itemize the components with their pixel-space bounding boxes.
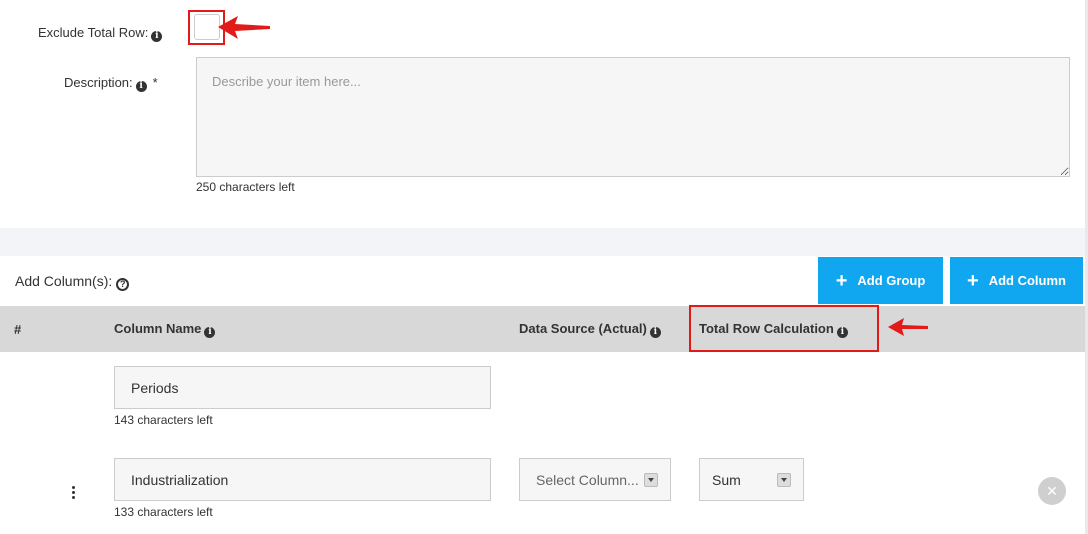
column-name-input[interactable]: Industrialization: [114, 458, 491, 501]
column-name-input[interactable]: Periods: [114, 366, 491, 409]
column-name-value: Industrialization: [131, 471, 229, 488]
info-icon: i: [649, 326, 661, 338]
remove-column-button[interactable]: ✕: [1038, 477, 1066, 505]
description-text: Description:: [64, 75, 133, 90]
add-group-button[interactable]: + Add Group: [818, 257, 943, 304]
plus-icon: +: [967, 269, 979, 292]
help-icon: ?: [116, 278, 130, 291]
add-columns-title-text: Add Column(s):: [15, 273, 113, 289]
exclude-total-row-text: Exclude Total Row:: [38, 25, 149, 40]
header-column-name-text: Column Name: [114, 320, 202, 336]
header-column-name: Column Name i: [114, 320, 216, 338]
annotation-arrow-icon: [888, 318, 928, 336]
info-icon: i: [151, 31, 163, 42]
header-data-source-text: Data Source (Actual): [519, 320, 647, 336]
data-source-select[interactable]: Select Column...: [519, 458, 671, 501]
exclude-total-row-label: Exclude Total Row: i: [38, 25, 163, 42]
annotation-highlight-box: [689, 305, 879, 352]
chevron-down-icon: [777, 472, 791, 487]
plus-icon: +: [835, 269, 848, 292]
column-name-chars-left: 143 characters left: [114, 413, 213, 427]
data-source-selected: Select Column...: [536, 471, 639, 488]
calculation-selected: Sum: [712, 471, 741, 488]
header-data-source: Data Source (Actual) i: [519, 321, 661, 338]
column-name-chars-left: 133 characters left: [114, 505, 213, 519]
annotation-arrow-icon: [218, 16, 270, 39]
description-textarea[interactable]: [196, 57, 1070, 177]
description-label: Description: i *: [64, 75, 158, 92]
header-number: #: [14, 321, 22, 337]
close-icon: ✕: [1046, 482, 1058, 499]
section-separator: [0, 228, 1085, 256]
total-row-calculation-select[interactable]: Sum: [699, 458, 804, 501]
add-column-label: Add Column: [988, 273, 1066, 288]
description-chars-left: 250 characters left: [196, 180, 295, 194]
add-column-button[interactable]: + Add Column: [950, 257, 1083, 304]
info-icon: i: [204, 326, 216, 338]
required-mark: *: [152, 75, 158, 90]
add-group-label: Add Group: [857, 273, 926, 288]
chevron-down-icon: [644, 472, 658, 487]
column-name-value: Periods: [131, 379, 179, 396]
add-columns-title: Add Column(s):?: [15, 273, 130, 291]
drag-handle-icon[interactable]: [72, 486, 75, 499]
info-icon: i: [135, 81, 147, 92]
